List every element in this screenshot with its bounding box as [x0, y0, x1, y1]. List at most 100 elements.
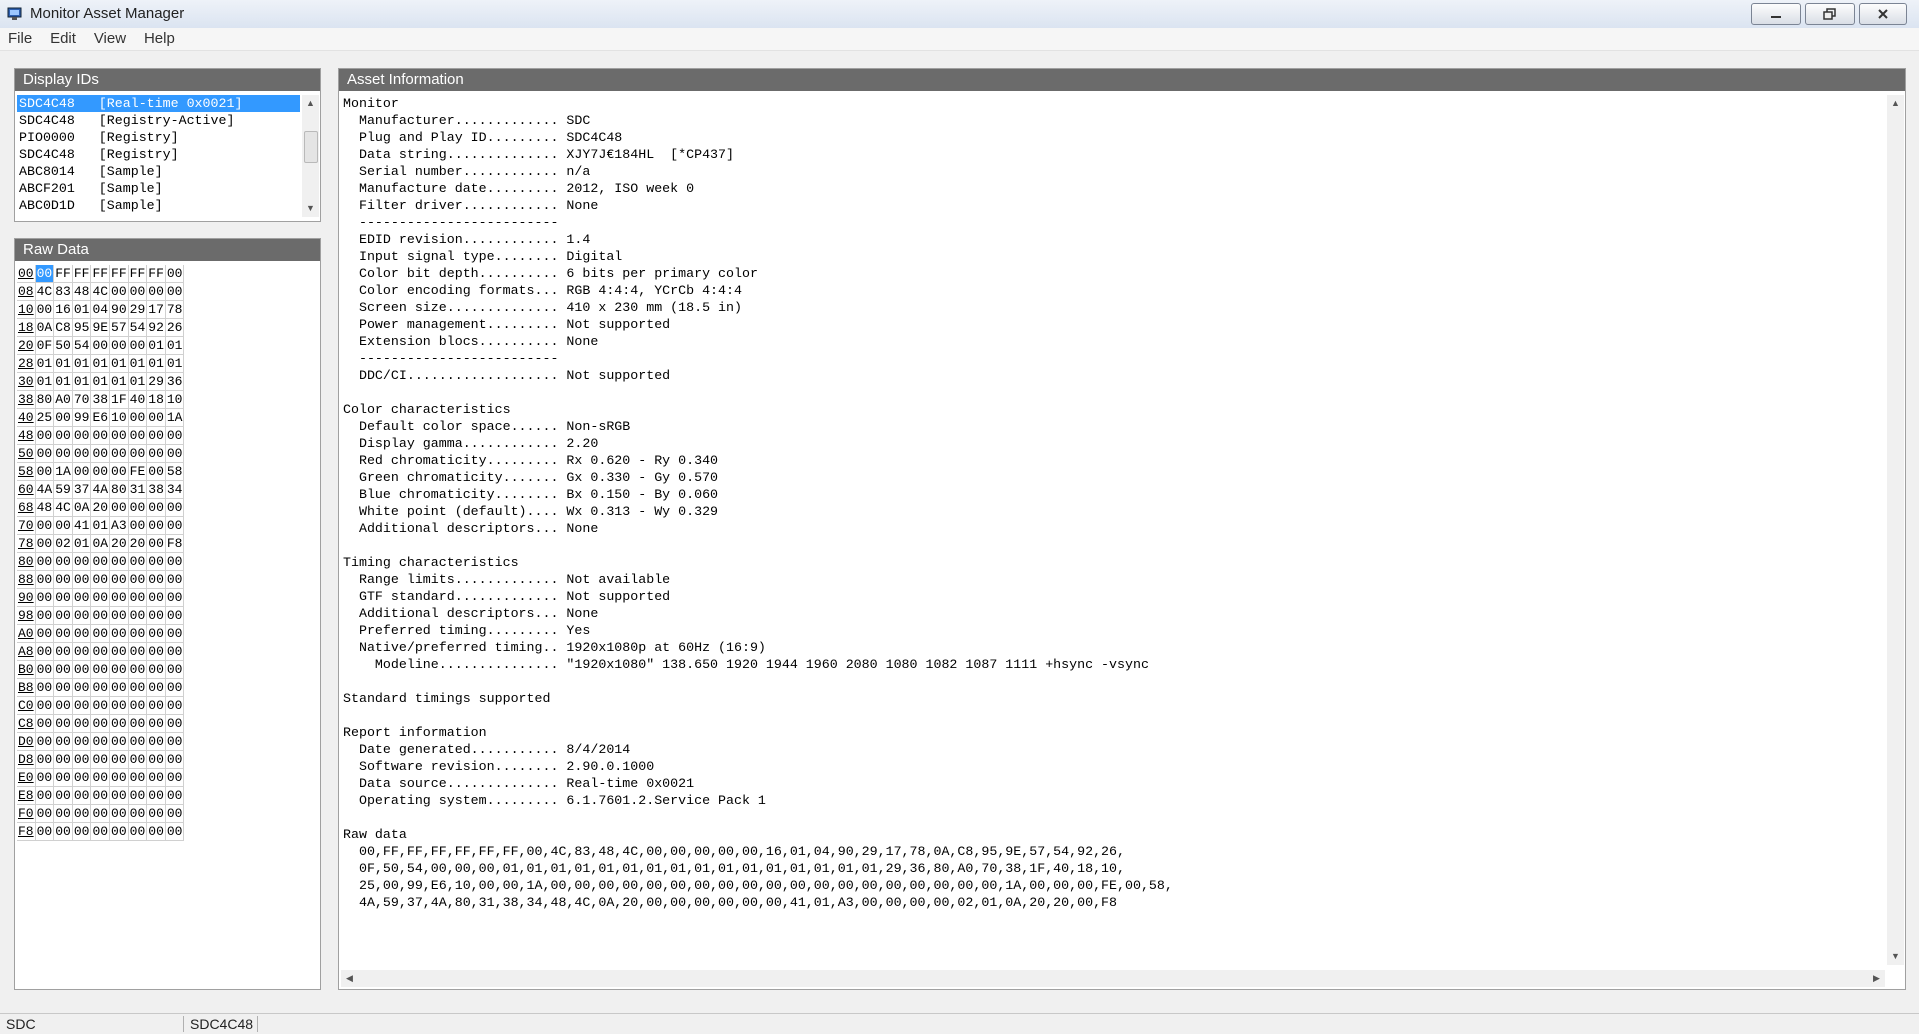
display-id-item[interactable]: ABCF201 [Sample] — [17, 180, 300, 197]
raw-data-byte[interactable]: 0F — [35, 336, 55, 355]
raw-data-byte[interactable]: 00 — [128, 426, 148, 445]
raw-data-byte[interactable]: 00 — [90, 444, 111, 463]
raw-data-byte[interactable]: 00 — [128, 282, 148, 301]
raw-data-byte[interactable]: 00 — [128, 606, 148, 625]
raw-data-byte[interactable]: 00 — [165, 265, 185, 283]
raw-data-byte[interactable]: 01 — [53, 354, 73, 373]
raw-data-byte[interactable]: 04 — [90, 300, 111, 319]
raw-data-byte[interactable]: 00 — [35, 696, 55, 715]
raw-data-grid[interactable]: 00 00 FF FF FF FF FF FF 00 08 4C 83 48 4C 00 00 00 00 10 00… — [17, 265, 185, 841]
raw-data-byte[interactable]: 70 — [72, 390, 92, 409]
raw-data-byte[interactable]: 00 — [165, 588, 185, 607]
raw-data-byte[interactable]: 00 — [165, 804, 185, 823]
raw-data-byte[interactable]: 00 — [109, 768, 129, 787]
raw-data-byte[interactable]: 95 — [72, 318, 92, 337]
raw-data-byte[interactable]: 00 — [165, 282, 185, 301]
raw-data-byte[interactable]: 00 — [53, 822, 73, 841]
raw-data-byte[interactable]: 00 — [165, 624, 185, 643]
raw-data-byte[interactable]: 00 — [146, 426, 166, 445]
raw-data-byte[interactable]: 4A — [35, 480, 55, 499]
raw-data-byte[interactable]: 00 — [109, 750, 129, 769]
raw-data-byte[interactable]: 0A — [35, 318, 55, 337]
raw-data-byte[interactable]: 01 — [109, 372, 129, 391]
raw-data-byte[interactable]: 00 — [72, 570, 92, 589]
raw-data-byte[interactable]: FF — [53, 265, 73, 283]
raw-data-byte[interactable]: E6 — [90, 408, 111, 427]
raw-data-byte[interactable]: 00 — [146, 588, 166, 607]
raw-data-byte[interactable]: 00 — [146, 714, 166, 733]
raw-data-byte[interactable]: 0A — [72, 498, 92, 517]
raw-data-byte[interactable]: 00 — [128, 714, 148, 733]
raw-data-byte[interactable]: 00 — [109, 624, 129, 643]
raw-data-byte[interactable]: 01 — [109, 354, 129, 373]
raw-data-byte[interactable]: 80 — [109, 480, 129, 499]
raw-data-byte[interactable]: 00 — [146, 768, 166, 787]
raw-data-byte[interactable]: 00 — [90, 786, 111, 805]
raw-data-byte[interactable]: 00 — [53, 786, 73, 805]
raw-data-byte[interactable]: 00 — [165, 822, 185, 841]
raw-data-byte[interactable]: 00 — [53, 426, 73, 445]
display-ids-scrollbar[interactable]: ▲ ▼ — [302, 95, 319, 217]
raw-data-byte[interactable]: 80 — [35, 390, 55, 409]
raw-data-byte[interactable]: C8 — [53, 318, 73, 337]
raw-data-byte[interactable]: 9E — [90, 318, 111, 337]
raw-data-byte[interactable]: 00 — [146, 696, 166, 715]
scroll-right-icon[interactable]: ▶ — [1868, 970, 1885, 987]
raw-data-byte[interactable]: 00 — [90, 714, 111, 733]
raw-data-byte[interactable]: 00 — [146, 642, 166, 661]
raw-data-byte[interactable]: 00 — [72, 642, 92, 661]
raw-data-byte[interactable]: 00 — [146, 534, 166, 553]
raw-data-byte[interactable]: 29 — [128, 300, 148, 319]
raw-data-byte[interactable]: 00 — [109, 786, 129, 805]
raw-data-byte[interactable]: 00 — [53, 768, 73, 787]
raw-data-byte[interactable]: 48 — [35, 498, 55, 517]
raw-data-byte[interactable]: 00 — [128, 408, 148, 427]
raw-data-byte[interactable]: 00 — [35, 426, 55, 445]
raw-data-byte[interactable]: 00 — [53, 660, 73, 679]
raw-data-byte[interactable]: 00 — [35, 642, 55, 661]
raw-data-byte[interactable]: 00 — [165, 426, 185, 445]
raw-data-byte[interactable]: 00 — [35, 570, 55, 589]
raw-data-byte[interactable]: 00 — [35, 516, 55, 535]
raw-data-byte[interactable]: 00 — [146, 732, 166, 751]
raw-data-byte[interactable]: 92 — [146, 318, 166, 337]
raw-data-byte[interactable]: 00 — [128, 750, 148, 769]
raw-data-byte[interactable]: 00 — [109, 336, 129, 355]
raw-data-byte[interactable]: 00 — [165, 516, 185, 535]
raw-data-byte[interactable]: 10 — [109, 408, 129, 427]
raw-data-byte[interactable]: 00 — [35, 678, 55, 697]
raw-data-byte[interactable]: 00 — [53, 606, 73, 625]
raw-data-byte[interactable]: 00 — [35, 732, 55, 751]
raw-data-byte[interactable]: 01 — [72, 300, 92, 319]
restore-button[interactable] — [1805, 3, 1855, 25]
raw-data-byte[interactable]: 00 — [35, 768, 55, 787]
raw-data-byte[interactable]: 00 — [109, 498, 129, 517]
raw-data-byte[interactable]: 00 — [53, 714, 73, 733]
raw-data-byte[interactable]: 4C — [90, 282, 111, 301]
menu-help[interactable]: Help — [136, 28, 181, 47]
raw-data-byte[interactable]: 00 — [165, 786, 185, 805]
raw-data-byte[interactable]: 00 — [165, 750, 185, 769]
scroll-up-icon[interactable]: ▲ — [1887, 95, 1904, 112]
raw-data-byte[interactable]: 00 — [53, 552, 73, 571]
raw-data-byte[interactable]: 00 — [128, 822, 148, 841]
raw-data-byte[interactable]: 57 — [109, 318, 129, 337]
raw-data-byte[interactable]: 00 — [72, 462, 92, 481]
raw-data-byte[interactable]: 83 — [53, 282, 73, 301]
raw-data-byte[interactable]: 00 — [72, 786, 92, 805]
raw-data-byte[interactable]: 00 — [109, 606, 129, 625]
raw-data-byte[interactable]: 01 — [72, 354, 92, 373]
raw-data-byte[interactable]: A3 — [109, 516, 129, 535]
raw-data-byte[interactable]: 00 — [53, 408, 73, 427]
raw-data-byte[interactable]: 00 — [109, 714, 129, 733]
raw-data-byte[interactable]: 00 — [90, 570, 111, 589]
raw-data-byte[interactable]: 00 — [72, 624, 92, 643]
raw-data-byte[interactable]: 00 — [72, 732, 92, 751]
raw-data-byte[interactable]: 00 — [165, 732, 185, 751]
raw-data-byte[interactable]: 00 — [109, 660, 129, 679]
raw-data-byte[interactable]: 00 — [72, 822, 92, 841]
raw-data-byte[interactable]: 31 — [128, 480, 148, 499]
raw-data-byte[interactable]: 00 — [165, 678, 185, 697]
raw-data-byte[interactable]: 00 — [128, 444, 148, 463]
raw-data-byte[interactable]: 00 — [90, 588, 111, 607]
